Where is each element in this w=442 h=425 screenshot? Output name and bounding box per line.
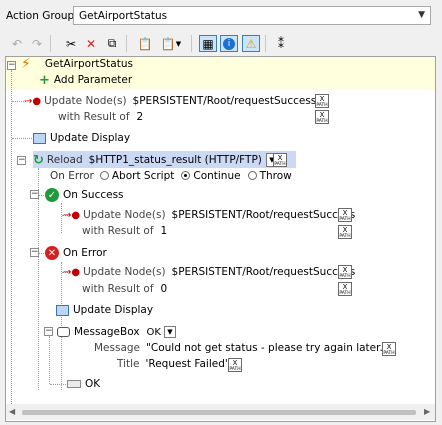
scroll-left-icon[interactable]: ◀ (9, 407, 15, 416)
ok-label: OK (85, 378, 101, 390)
update-node-1-result: with Result of 2 (58, 109, 143, 125)
red-arrow-icon: →● (24, 95, 42, 107)
update-node-3-result: with Result of 0 (82, 281, 167, 297)
messagebox-button-select[interactable]: OK ▼ (145, 326, 178, 338)
on-error-label: On Error (50, 170, 94, 182)
xpath-button[interactable]: X PATH (228, 358, 242, 372)
root-expander[interactable]: − (7, 61, 16, 70)
result-label: with Result of (82, 225, 154, 237)
monitor-icon (33, 132, 46, 144)
xpath-button[interactable]: X PATH (338, 225, 352, 239)
debug-icon[interactable]: ⁑ (272, 35, 290, 52)
reload-node[interactable]: ↻ Reload $HTTP1_status_result (HTTP/FTP)… (33, 152, 278, 168)
reload-label: Reload (46, 154, 83, 166)
ok-button-node[interactable]: OK (67, 376, 100, 392)
radio-abort[interactable]: Abort Script (99, 170, 174, 182)
paste-dropdown-icon[interactable]: 📋 ▼ (158, 35, 184, 52)
on-success-label: On Success (63, 189, 124, 201)
on-success-node[interactable]: ✓ On Success (45, 187, 124, 203)
title-label: Title (117, 358, 140, 370)
update-display-label: Update Display (73, 304, 154, 316)
red-arrow-icon: →● (63, 209, 81, 221)
messagebox-label: MessageBox (74, 326, 140, 338)
result-value: 0 (160, 283, 168, 295)
toolbar: ↶ ↷ ✂ ✕ ⧉ 📋 📋 ▼ ▦ i ⚠ ⁑ (5, 32, 435, 54)
add-parameter-label: Add Parameter (53, 74, 133, 86)
update-node-1[interactable]: →● Update Node(s) $PERSISTENT/Root/reque… (24, 93, 316, 109)
action-group-label: Action Group: (6, 10, 78, 22)
check-icon: ✓ (45, 188, 59, 202)
undo-icon[interactable]: ↶ (8, 35, 26, 52)
reload-on-error: On Error Abort Script Continue Throw (50, 168, 292, 184)
message-icon (57, 327, 70, 337)
update-node-2-result: with Result of 1 (82, 223, 167, 239)
add-parameter[interactable]: + Add Parameter (39, 72, 132, 88)
message-row: Message "Could not get status - please t… (94, 340, 388, 356)
xpath-button[interactable]: X PATH (338, 282, 352, 296)
chevron-down-icon: ▼ (418, 10, 425, 20)
result-label: with Result of (82, 283, 154, 295)
title-value: 'Request Failed' (145, 358, 228, 370)
radio-throw[interactable]: Throw (247, 170, 292, 182)
update-node-path: $PERSISTENT/Root/requestSuccess (132, 95, 317, 107)
title-row: Title 'Request Failed' (117, 356, 228, 372)
update-node-path: $PERSISTENT/Root/requestSuccess (171, 209, 356, 221)
root-name: GetAirportStatus (44, 58, 133, 70)
messagebox-node[interactable]: MessageBox OK ▼ (57, 324, 178, 340)
update-display-label: Update Display (50, 132, 131, 144)
error-icon: ✕ (45, 246, 59, 260)
red-x-icon[interactable]: ✕ (82, 35, 100, 52)
result-value: 1 (160, 225, 168, 237)
xpath-button[interactable]: X PATH (273, 153, 287, 167)
root-node[interactable]: ⚡ GetAirportStatus (21, 56, 133, 72)
message-value: "Could not get status - please try again… (146, 342, 388, 354)
update-node-3[interactable]: →● Update Node(s) $PERSISTENT/Root/reque… (63, 264, 355, 280)
update-display-2[interactable]: Update Display (56, 302, 153, 318)
reload-icon: ↻ (33, 152, 44, 168)
messagebox-button-value: OK (146, 326, 161, 338)
on-error-node-label: On Error (63, 247, 107, 259)
plus-icon: + (39, 72, 50, 88)
on-error-node[interactable]: ✕ On Error (45, 245, 107, 261)
scissors-icon[interactable]: ✂ (62, 35, 80, 52)
action-group-select[interactable]: GetAirportStatus ▼ (73, 6, 431, 25)
on-error-expander[interactable]: − (30, 248, 39, 257)
monitor-icon (56, 304, 69, 316)
list-view-icon[interactable]: ▦ (199, 35, 217, 52)
result-value: 2 (136, 111, 144, 123)
paste-icon[interactable]: 📋 (136, 35, 154, 52)
action-group-value: GetAirportStatus (79, 9, 168, 22)
button-icon (67, 380, 81, 388)
copy-icon[interactable]: ⧉ (103, 35, 121, 52)
xpath-button[interactable]: X PATH (338, 265, 352, 279)
red-arrow-icon: →● (63, 266, 81, 278)
reload-source: $HTTP1_status_result (HTTP/FTP) (88, 154, 262, 166)
info-icon[interactable]: i (220, 35, 238, 52)
scroll-right-icon[interactable]: ▶ (424, 407, 430, 416)
xpath-button[interactable]: X PATH (315, 94, 329, 108)
update-display-1[interactable]: Update Display (33, 130, 130, 146)
warning-icon[interactable]: ⚠ (242, 35, 260, 52)
xpath-button[interactable]: X PATH (315, 110, 329, 124)
reload-expander[interactable]: − (17, 156, 26, 165)
lightning-icon: ⚡ (21, 56, 31, 72)
update-node-label: Update Node(s) (83, 209, 166, 221)
xpath-button[interactable]: X PATH (338, 208, 352, 222)
update-node-2[interactable]: →● Update Node(s) $PERSISTENT/Root/reque… (63, 207, 355, 223)
message-label: Message (94, 342, 141, 354)
scrollbar-thumb[interactable] (22, 410, 416, 415)
redo-icon[interactable]: ↷ (28, 35, 46, 52)
chevron-down-icon: ▼ (163, 326, 176, 338)
update-node-path: $PERSISTENT/Root/requestSuccess (171, 266, 356, 278)
messagebox-expander[interactable]: − (44, 327, 53, 336)
radio-continue[interactable]: Continue (181, 170, 241, 182)
update-node-label: Update Node(s) (83, 266, 166, 278)
update-node-label: Update Node(s) (44, 95, 127, 107)
result-label: with Result of (58, 111, 130, 123)
xpath-button[interactable]: X PATH (382, 342, 396, 356)
on-success-expander[interactable]: − (30, 190, 39, 199)
